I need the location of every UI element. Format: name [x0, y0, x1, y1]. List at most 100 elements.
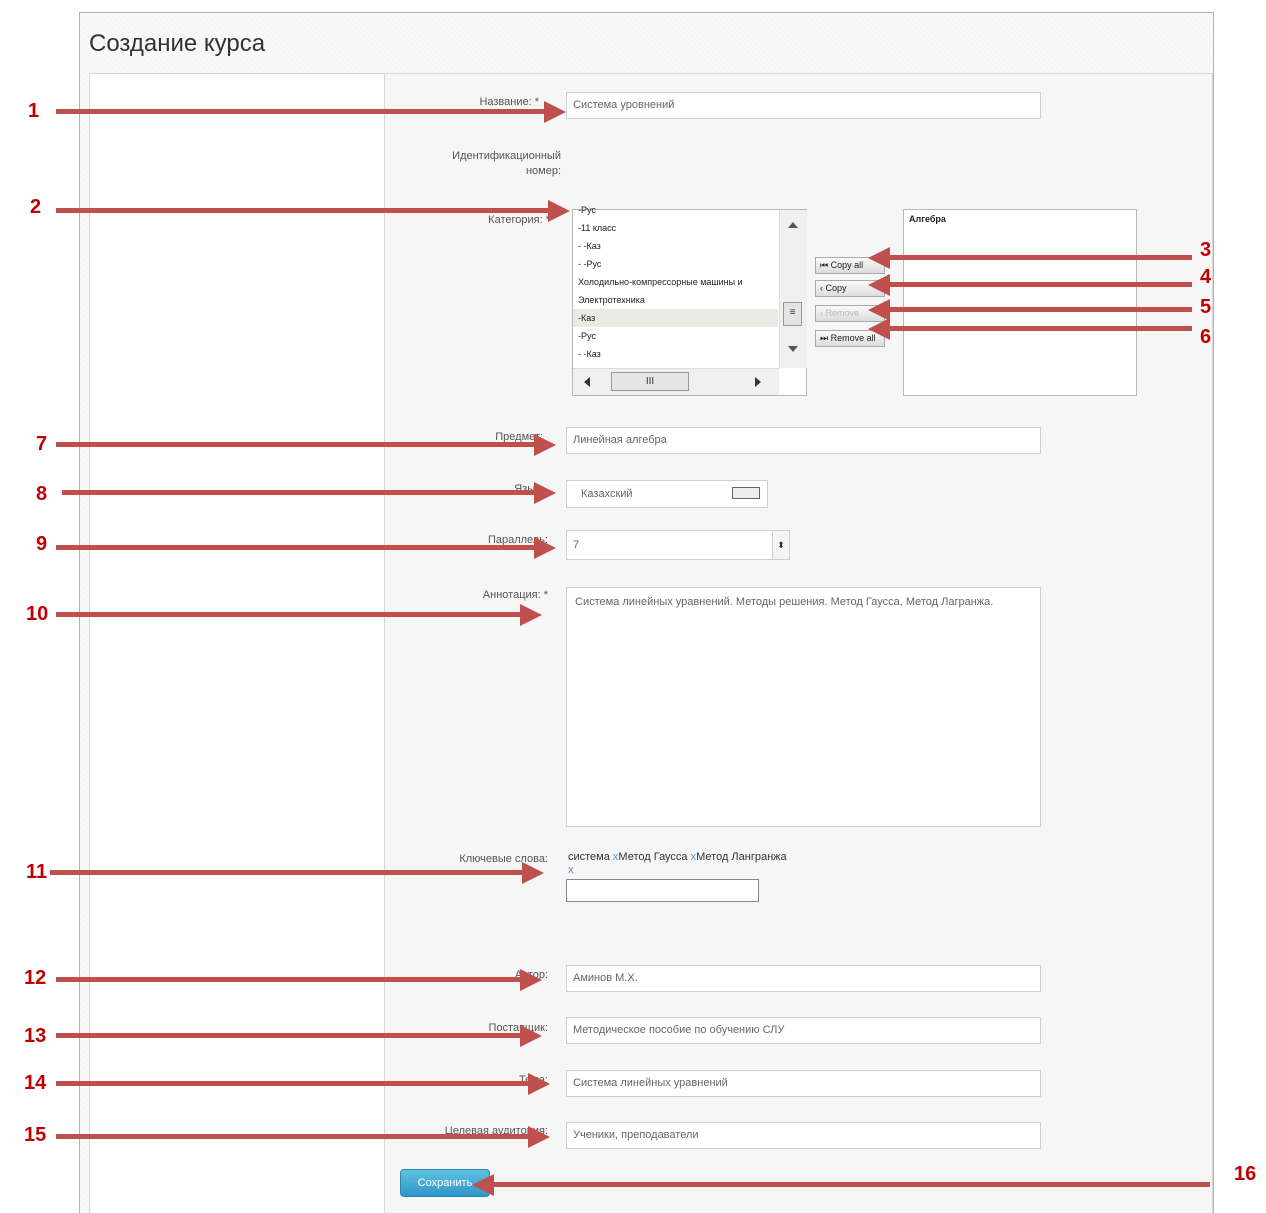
- annotation-arrow: [56, 208, 550, 213]
- annotation-arrow: [56, 612, 522, 617]
- annotation-arrow: [888, 282, 1192, 287]
- category-list-item[interactable]: - -Каз: [573, 237, 778, 255]
- category-list-item[interactable]: - -Рус: [573, 255, 778, 273]
- arrowhead-icon: [868, 318, 890, 340]
- arrowhead-icon: [528, 1126, 550, 1148]
- language-dropdown-icon[interactable]: [732, 487, 760, 499]
- language-select[interactable]: Казахский: [566, 480, 768, 508]
- annotation-arrow: [62, 490, 536, 495]
- category-list-item[interactable]: Холодильно-компрессорные машины и: [573, 273, 778, 291]
- annotation-arrow: [56, 545, 536, 550]
- annotation-arrow: [492, 1182, 1210, 1187]
- category-listbox[interactable]: -Рус -11 класс - -Каз - -Рус Холодильно-комп…: [572, 205, 807, 396]
- annotation-arrow: [50, 870, 524, 875]
- annotation-number: 9: [36, 533, 48, 555]
- category-list-item[interactable]: Электротехника: [573, 291, 778, 309]
- category-list-item[interactable]: -Каз: [573, 309, 778, 327]
- subject-input[interactable]: Линейная алгебра: [566, 427, 1041, 454]
- annotation-number: 11: [26, 861, 48, 883]
- double-arrow-right-icon: ⏭: [820, 333, 829, 343]
- arrowhead-icon: [544, 101, 566, 123]
- arrowhead-icon: [548, 200, 570, 222]
- remove-label: Remove: [825, 308, 860, 318]
- annotation-number: 1: [28, 100, 40, 122]
- annotation-arrow: [888, 307, 1192, 312]
- annotation-arrow: [56, 977, 522, 982]
- keyword-tag: Метод Гаусса: [618, 851, 688, 863]
- annotation-arrow: [56, 1033, 522, 1038]
- page-title: Создание курса: [89, 30, 266, 57]
- scroll-thumb-icon[interactable]: ≡: [783, 302, 802, 326]
- language-value: Казахский: [581, 488, 633, 500]
- parallel-select[interactable]: 7 ⬍: [566, 530, 790, 560]
- stepper-icon[interactable]: ⬍: [772, 531, 789, 559]
- keywords-tags: система xМетод Гаусса xМетод Лангранжа x: [568, 851, 788, 877]
- author-input[interactable]: Аминов М.Х.: [566, 965, 1041, 992]
- annotation-number: 8: [36, 483, 48, 505]
- arrowhead-icon: [534, 482, 556, 504]
- annotation-number: 13: [24, 1025, 47, 1047]
- annotation-number: 16: [1234, 1163, 1257, 1185]
- remove-tag-icon[interactable]: x: [568, 864, 574, 876]
- annotation-number: 6: [1200, 326, 1212, 348]
- annotation-number: 7: [36, 433, 48, 455]
- arrowhead-icon: [520, 604, 542, 626]
- scroll-right-icon[interactable]: [755, 377, 761, 387]
- form-left-column: [90, 74, 385, 1213]
- keywords-input[interactable]: [566, 879, 759, 902]
- topic-input[interactable]: Система линейных уравнений: [566, 1070, 1041, 1097]
- arrow-right-icon: ›: [820, 308, 823, 318]
- arrowhead-icon: [472, 1174, 494, 1196]
- name-input[interactable]: Система уровнений: [566, 92, 1041, 119]
- copy-label: Copy: [825, 283, 847, 293]
- annotation-arrow: [56, 1081, 530, 1086]
- vertical-scrollbar[interactable]: ≡: [779, 210, 807, 368]
- scroll-left-icon[interactable]: [584, 377, 590, 387]
- supplier-input[interactable]: Методическое пособие по обучению СЛУ: [566, 1017, 1041, 1044]
- arrow-left-icon: ‹: [820, 283, 823, 293]
- parallel-value: 7: [573, 539, 580, 551]
- name-label: Название: *: [479, 96, 539, 108]
- arrowhead-icon: [868, 274, 890, 296]
- arrowhead-icon: [534, 537, 556, 559]
- arrowhead-icon: [528, 1073, 550, 1095]
- annotation-number: 2: [30, 196, 42, 218]
- hscroll-thumb-icon[interactable]: III: [611, 372, 689, 391]
- annotation-number: 12: [24, 967, 47, 989]
- annotation-arrow: [56, 109, 546, 114]
- arrowhead-icon: [520, 969, 542, 991]
- horizontal-scrollbar[interactable]: III: [573, 368, 779, 395]
- annotation-arrow: [56, 442, 536, 447]
- category-items: -Рус -11 класс - -Каз - -Рус Холодильно-комп…: [573, 201, 778, 361]
- category-list-item[interactable]: -11 класс: [573, 219, 778, 237]
- keyword-tag: система: [568, 851, 610, 863]
- category-list-item[interactable]: - -Каз: [573, 345, 778, 361]
- keyword-tag: Метод Лангранжа: [696, 851, 787, 863]
- audience-input[interactable]: Ученики, преподаватели: [566, 1122, 1041, 1149]
- arrowhead-icon: [520, 1025, 542, 1047]
- annotation-label: Аннотация: *: [482, 589, 548, 601]
- annotation-number: 14: [24, 1072, 47, 1094]
- annotation-arrow: [56, 1134, 530, 1139]
- annotation-textarea[interactable]: Система линейных уравнений. Методы решен…: [566, 587, 1041, 827]
- scroll-down-icon[interactable]: [788, 346, 798, 352]
- double-arrow-icon: ⏮: [820, 260, 829, 270]
- annotation-number: 4: [1200, 266, 1212, 288]
- category-list-item[interactable]: -Рус: [573, 201, 778, 219]
- annotation-number: 5: [1200, 296, 1212, 318]
- arrowhead-icon: [868, 247, 890, 269]
- copy-all-label: Copy all: [830, 260, 864, 270]
- annotation-arrow: [888, 326, 1192, 331]
- id-number-label-line1: Идентификационный: [452, 150, 561, 162]
- selected-category-item[interactable]: Алгебра: [904, 210, 1136, 228]
- arrowhead-icon: [534, 434, 556, 456]
- id-number-label-line2: номер:: [525, 165, 561, 177]
- category-list-item[interactable]: -Рус: [573, 327, 778, 345]
- category-label: Категория: *: [488, 214, 550, 226]
- annotation-number: 3: [1200, 239, 1212, 261]
- scroll-up-icon[interactable]: [788, 222, 798, 228]
- annotation-number: 10: [26, 603, 49, 625]
- annotation-number: 15: [24, 1124, 47, 1146]
- selected-categories-listbox[interactable]: Алгебра: [903, 209, 1137, 396]
- arrowhead-icon: [522, 862, 544, 884]
